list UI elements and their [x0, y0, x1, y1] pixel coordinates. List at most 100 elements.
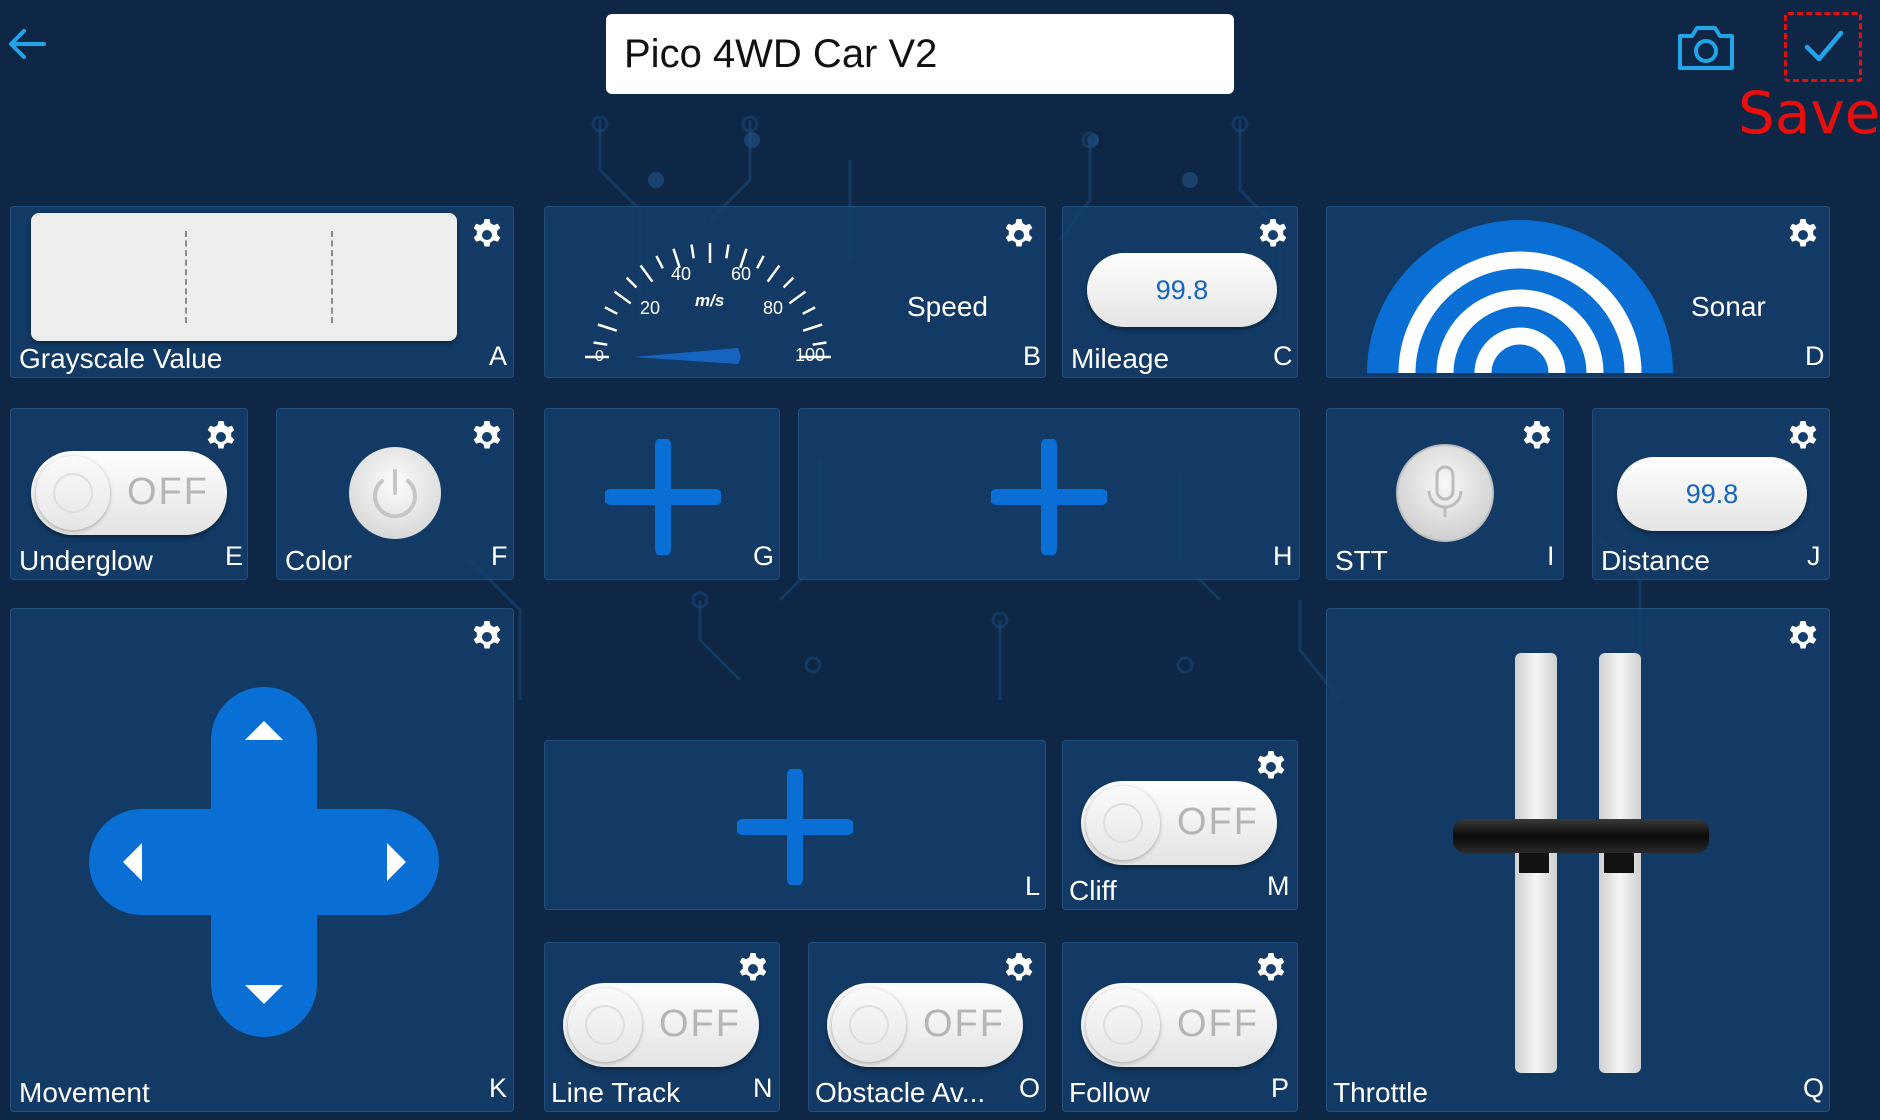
- panel-throttle: Throttle Q: [1326, 608, 1830, 1112]
- gear-icon[interactable]: [1255, 217, 1291, 253]
- panel-obstacle-avoidance: OFF Obstacle Av... O: [808, 942, 1046, 1112]
- panel-label: Movement: [19, 1077, 150, 1108]
- panel-underglow: OFF Underglow E: [10, 408, 248, 580]
- panel-label: Obstacle Av...: [815, 1077, 986, 1108]
- gear-icon[interactable]: [469, 419, 505, 455]
- grayscale-display: [31, 213, 457, 341]
- throttle-handle[interactable]: [1453, 819, 1709, 853]
- gauge-tick: [756, 255, 765, 269]
- title-input[interactable]: [606, 14, 1234, 94]
- panel-letter: P: [1271, 1073, 1290, 1103]
- panel-letter: E: [225, 541, 244, 571]
- underglow-toggle[interactable]: OFF: [31, 451, 227, 535]
- gauge-tick-label: 80: [763, 298, 783, 318]
- panel-empty-g[interactable]: G: [544, 408, 780, 580]
- gear-icon[interactable]: [1253, 951, 1289, 987]
- gauge-tick-label: 100: [795, 345, 825, 365]
- microphone-button[interactable]: [1395, 443, 1495, 543]
- gauge-needle: [633, 348, 741, 364]
- gauge-tick: [782, 276, 795, 289]
- gauge-tick-label: 20: [640, 298, 660, 318]
- panel-letter: L: [1025, 871, 1041, 901]
- gear-icon[interactable]: [1001, 217, 1037, 253]
- panel-label: Line Track: [551, 1077, 681, 1108]
- gear-icon[interactable]: [1785, 419, 1821, 455]
- gauge-tick: [655, 255, 664, 269]
- gauge-tick: [802, 306, 816, 315]
- gauge-tick: [639, 264, 654, 283]
- save-label: Save: [1738, 79, 1880, 147]
- panel-label: Cliff: [1069, 875, 1117, 906]
- gauge-tick: [725, 244, 730, 259]
- gauge-tick: [766, 264, 781, 283]
- gear-icon[interactable]: [469, 217, 505, 253]
- panel-movement: Movement K: [10, 608, 514, 1112]
- panel-cliff: OFF Cliff M: [1062, 740, 1298, 910]
- gauge-tick: [604, 306, 618, 315]
- gear-icon[interactable]: [1519, 419, 1555, 455]
- gear-icon[interactable]: [203, 419, 239, 455]
- panel-mileage: 99.8 Mileage C: [1062, 206, 1298, 378]
- gear-icon[interactable]: [1001, 951, 1037, 987]
- distance-value: 99.8: [1617, 457, 1807, 531]
- gauge-tick-label: 60: [731, 264, 751, 284]
- add-widget-icon[interactable]: [605, 439, 721, 555]
- line-track-toggle[interactable]: OFF: [563, 983, 759, 1067]
- panel-label: Grayscale Value: [19, 343, 223, 374]
- gear-icon[interactable]: [469, 619, 505, 655]
- cliff-toggle[interactable]: OFF: [1081, 781, 1277, 865]
- gear-icon[interactable]: [1253, 749, 1289, 785]
- panel-letter: H: [1273, 541, 1293, 571]
- panel-empty-h[interactable]: H: [798, 408, 1300, 580]
- panel-grayscale: Grayscale Value A: [10, 206, 514, 378]
- panel-letter: C: [1273, 341, 1293, 371]
- gear-icon[interactable]: [1785, 619, 1821, 655]
- panel-label: Underglow: [19, 545, 153, 576]
- throttle-slider[interactable]: [1447, 639, 1717, 1079]
- panel-letter: B: [1023, 341, 1042, 371]
- gauge-tick: [802, 323, 823, 332]
- gauge-tick: [597, 323, 618, 332]
- gear-icon[interactable]: [1785, 217, 1821, 253]
- gauge-tick: [625, 276, 638, 289]
- panel-letter: N: [753, 1073, 773, 1103]
- back-arrow-icon[interactable]: [4, 22, 48, 66]
- panel-follow: OFF Follow P: [1062, 942, 1298, 1112]
- dpad[interactable]: [87, 685, 441, 1039]
- follow-toggle[interactable]: OFF: [1081, 983, 1277, 1067]
- save-button[interactable]: [1784, 12, 1862, 82]
- gauge-tick: [593, 341, 608, 346]
- panel-letter: Q: [1803, 1073, 1825, 1103]
- panel-speed: 0 20 40 60 80 100 m/s Speed B: [544, 206, 1046, 378]
- panel-line-track: OFF Line Track N: [544, 942, 780, 1112]
- panel-letter: K: [489, 1073, 508, 1103]
- panel-label: Mileage: [1071, 343, 1170, 374]
- panel-label: STT: [1335, 545, 1388, 576]
- panel-label: Distance: [1601, 545, 1710, 576]
- panel-letter: J: [1807, 541, 1821, 571]
- camera-icon[interactable]: [1674, 20, 1738, 74]
- speedometer: 0 20 40 60 80 100 m/s: [585, 243, 831, 365]
- add-widget-icon[interactable]: [737, 769, 853, 885]
- gauge-tick: [613, 290, 632, 305]
- gauge-unit: m/s: [695, 291, 724, 310]
- panel-sonar: Sonar D: [1326, 206, 1830, 378]
- panel-empty-l[interactable]: L: [544, 740, 1046, 910]
- panel-label: Follow: [1069, 1077, 1150, 1108]
- panel-color: Color F: [276, 408, 514, 580]
- gear-icon[interactable]: [735, 951, 771, 987]
- panel-distance: 99.8 Distance J: [1592, 408, 1830, 580]
- panel-letter: F: [491, 541, 508, 571]
- sonar-icon: [1367, 220, 1673, 373]
- panel-letter: D: [1805, 341, 1825, 371]
- checkmark-icon: [1804, 30, 1844, 62]
- panel-stt: STT I: [1326, 408, 1564, 580]
- gauge-tick: [788, 290, 807, 305]
- add-widget-icon[interactable]: [991, 439, 1107, 555]
- panel-letter: A: [489, 341, 508, 371]
- power-button[interactable]: [347, 445, 443, 541]
- panel-label: Color: [285, 545, 352, 576]
- obstacle-avoidance-toggle[interactable]: OFF: [827, 983, 1023, 1067]
- panel-letter: I: [1547, 541, 1555, 571]
- mileage-value: 99.8: [1087, 253, 1277, 327]
